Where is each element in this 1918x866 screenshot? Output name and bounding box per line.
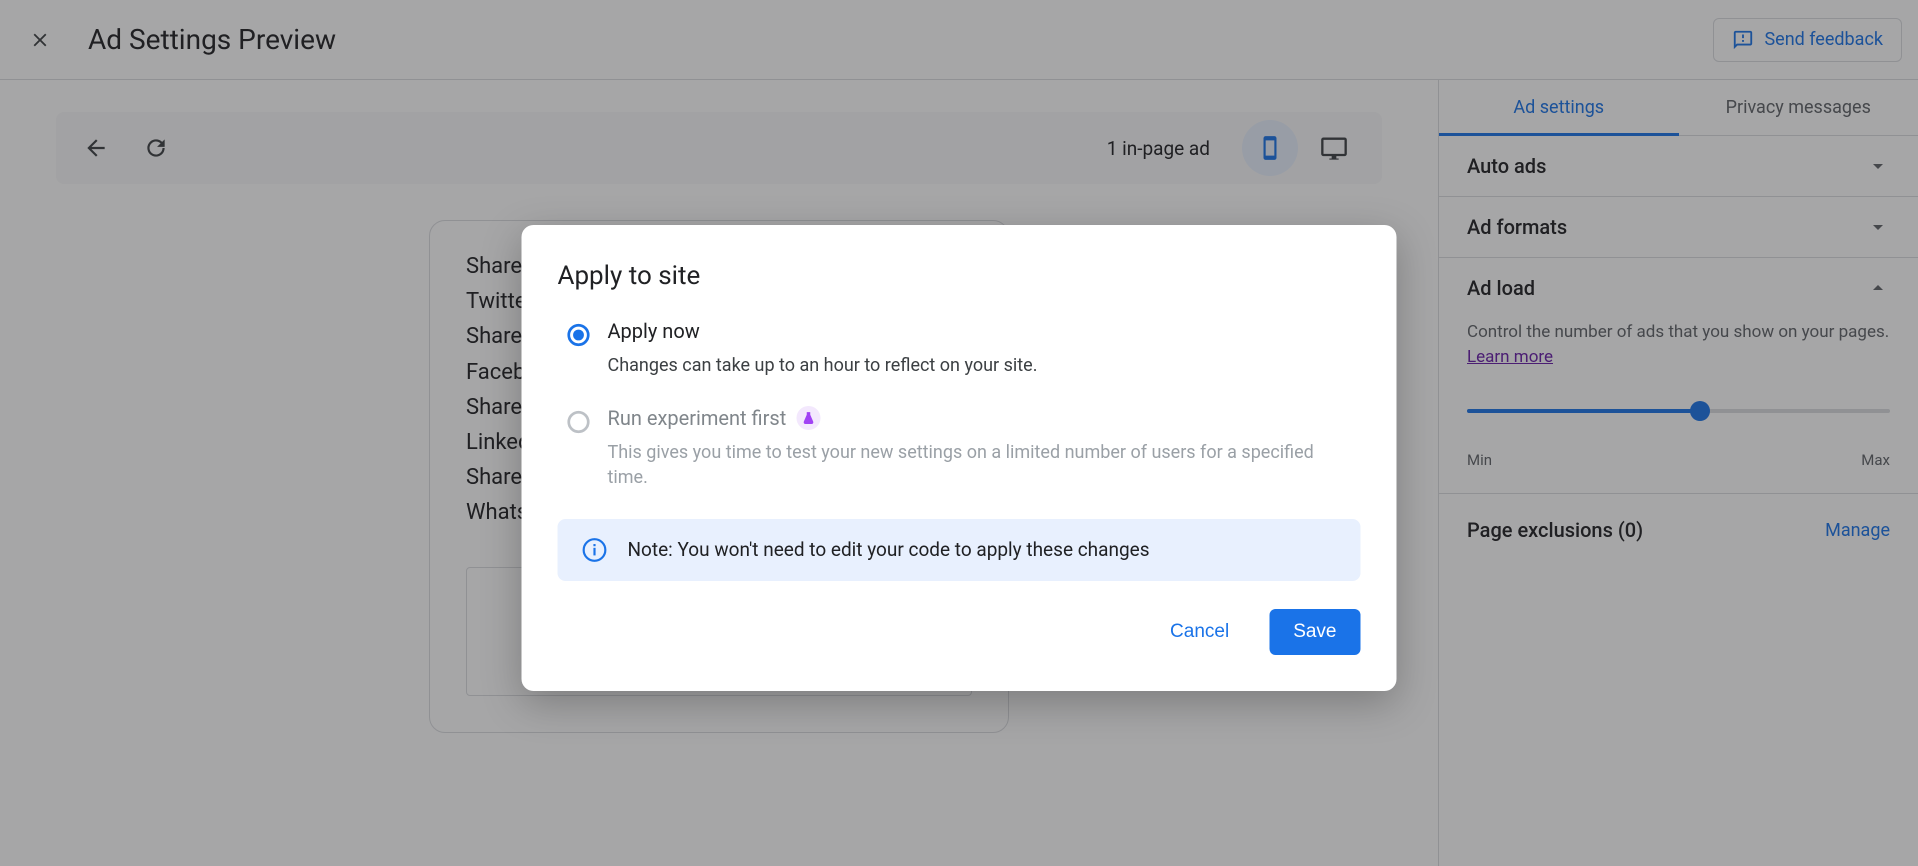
radio-unselected-icon bbox=[566, 409, 590, 433]
flask-icon bbox=[796, 406, 820, 430]
dialog-title: Apply to site bbox=[558, 261, 1361, 291]
save-button[interactable]: Save bbox=[1269, 609, 1360, 655]
run-experiment-label: Run experiment first bbox=[608, 406, 787, 430]
apply-to-site-dialog: Apply to site Apply now Changes can take… bbox=[522, 225, 1397, 691]
radio-apply-now[interactable]: Apply now Changes can take up to an hour… bbox=[558, 319, 1361, 378]
info-icon bbox=[582, 537, 608, 563]
radio-selected-icon bbox=[566, 322, 590, 346]
info-note-text: Note: You won't need to edit your code t… bbox=[628, 538, 1150, 561]
apply-now-label: Apply now bbox=[608, 319, 1038, 343]
cancel-button[interactable]: Cancel bbox=[1154, 609, 1245, 655]
radio-run-experiment[interactable]: Run experiment first This gives you time… bbox=[558, 406, 1361, 490]
info-note: Note: You won't need to edit your code t… bbox=[558, 519, 1361, 581]
apply-now-desc: Changes can take up to an hour to reflec… bbox=[608, 353, 1038, 378]
run-experiment-desc: This gives you time to test your new set… bbox=[608, 440, 1353, 490]
